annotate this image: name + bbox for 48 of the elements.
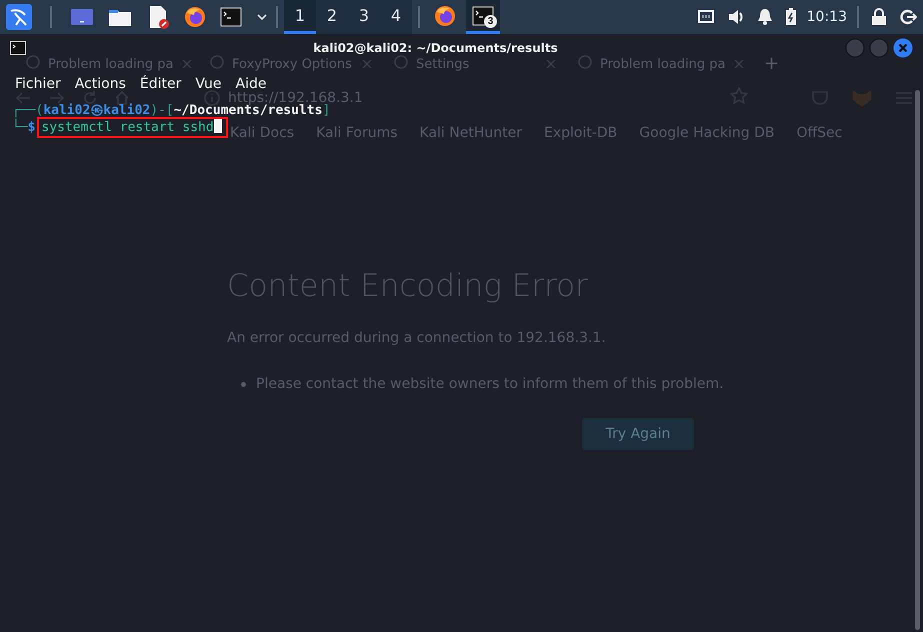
- prompt-frame: )-[: [150, 102, 174, 119]
- text-cursor: [214, 119, 222, 133]
- firefox-icon[interactable]: [434, 4, 456, 26]
- prompt-frame: └─: [12, 119, 28, 136]
- window-title: kali02@kali02: ~/Documents/results: [313, 41, 558, 55]
- prompt-text: ~/Documents/results: [174, 103, 322, 119]
- terminal-icon: [10, 41, 26, 55]
- workspace-button[interactable]: 4: [380, 0, 412, 34]
- battery-icon[interactable]: [784, 8, 797, 26]
- clock: 10:13: [806, 9, 848, 25]
- workspace-button[interactable]: 2: [316, 0, 348, 34]
- window-button[interactable]: 3: [466, 0, 500, 34]
- tab-title: Settings: [416, 56, 470, 72]
- tab-title: Problem loading pa: [48, 56, 174, 72]
- terminal-icon[interactable]: [220, 7, 242, 27]
- network-icon[interactable]: [696, 9, 715, 25]
- logout-icon[interactable]: [899, 8, 917, 26]
- close-button[interactable]: [893, 38, 913, 58]
- prompt-text: ㉿: [90, 102, 104, 119]
- error-message: An error occurred during a connection to 192.168.3.1.: [227, 330, 607, 346]
- error-hint: Please contact the website owners to inform them of this problem.: [256, 376, 724, 392]
- caret-icon[interactable]: [256, 13, 268, 21]
- prompt-text: kali02: [103, 102, 150, 119]
- workspace-button[interactable]: 1: [284, 0, 316, 34]
- dragon-logo-icon[interactable]: [6, 4, 32, 30]
- menu-item[interactable]: Éditer: [140, 76, 182, 92]
- volume-icon[interactable]: [726, 8, 745, 26]
- menu-item[interactable]: Aide: [236, 76, 266, 92]
- terminal-icon[interactable]: [472, 6, 494, 26]
- bell-icon[interactable]: [756, 8, 773, 26]
- firefox-icon[interactable]: [184, 6, 206, 28]
- scrollbar[interactable]: [915, 90, 920, 630]
- workspace-button[interactable]: 3: [348, 0, 380, 34]
- count-badge: 3: [484, 15, 497, 28]
- lock-icon[interactable]: [871, 8, 887, 26]
- star-icon[interactable]: [730, 87, 748, 105]
- tab-title: FoxyProxy Options: [232, 56, 353, 72]
- menu-item[interactable]: Actions: [74, 76, 126, 92]
- command-text: systemctl restart sshd: [39, 119, 226, 136]
- prompt-text: $: [28, 120, 36, 136]
- desktop-icon[interactable]: [70, 7, 94, 27]
- menu-item[interactable]: Vue: [195, 76, 222, 92]
- folder-icon[interactable]: [108, 7, 132, 27]
- tab-title: Problem loading pa: [600, 56, 726, 72]
- prompt-text: kali02: [43, 102, 90, 119]
- bullet-icon: [241, 382, 246, 386]
- prompt-frame: ┌──(: [12, 102, 44, 119]
- menu-item[interactable]: Fichier: [15, 76, 61, 92]
